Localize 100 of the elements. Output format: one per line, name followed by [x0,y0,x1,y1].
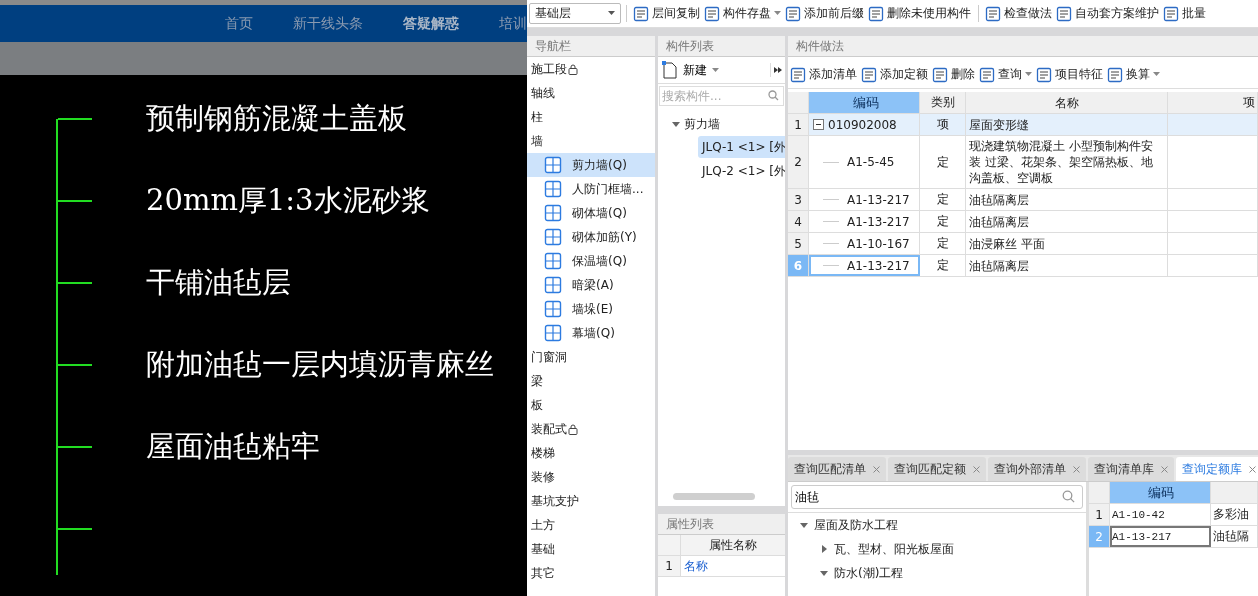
property-name[interactable]: 名称 [681,556,785,576]
close-icon[interactable] [1073,465,1080,473]
table-row[interactable]: 2 A1-5-45 定 现浇建筑物混凝土 小型预制构件安装 过梁、花架条、架空隔热板、地沟盖板、空调板 [788,136,1258,189]
nav-item[interactable]: 楼梯 [527,441,655,465]
nav-item[interactable]: 板 [527,393,655,417]
component-item[interactable]: JLQ-1 <1> [外 [698,136,785,158]
tree-toggle-icon[interactable] [800,521,808,529]
search-field[interactable]: 油毡 [791,485,1083,509]
close-icon[interactable] [873,465,880,473]
tab[interactable]: 查询定额库 [1176,457,1258,481]
toolbar-button[interactable]: 批量 [1161,5,1208,22]
table-row[interactable]: 5 A1-10-167 定 油浸麻丝 平面 [788,233,1258,255]
lock-icon [568,63,578,75]
search-icon [768,90,779,101]
table-row[interactable]: 3 A1-13-217 定 油毡隔离层 [788,189,1258,211]
nav-item[interactable]: 门窗洞 [527,345,655,369]
nav-item[interactable]: 基础 [527,537,655,561]
column-header[interactable]: 编码 [809,92,920,113]
nav-item[interactable]: 基坑支护 [527,489,655,513]
nav-subitem[interactable]: 人防门框墙... [527,177,655,201]
row-number: 2 [1089,526,1110,547]
search-field[interactable]: 搜索构件... [659,86,784,106]
document-icon [1107,66,1123,83]
toolbar-button[interactable]: 添加前后缀 [783,5,866,22]
toolbar-button[interactable]: 检查做法 [978,5,1054,22]
column-header[interactable]: 编码 [1110,482,1211,503]
code-text: A1-13-217 [847,192,910,207]
nav-subitem[interactable]: 剪力墙(Q) [527,153,655,177]
wall-icon [544,228,562,246]
toolbar-button[interactable]: 自动套方案维护 [1054,5,1161,22]
component-item[interactable]: JLQ-2 <1> [外 [698,160,785,182]
toolbar-button[interactable]: 换算 [1105,66,1162,83]
nav-subitem[interactable]: 暗梁(A) [527,273,655,297]
wall-icon [544,204,562,222]
site-nav-link[interactable]: 新干线头条 [293,14,363,33]
nav-subitem[interactable]: 保温墙(Q) [527,249,655,273]
lock-icon [568,423,578,435]
toolbar-button[interactable]: 删除 [930,66,977,83]
close-icon[interactable] [1249,465,1256,473]
tree-item[interactable]: 屋面及防水工程 [814,516,898,534]
table-cell: 油毡隔离层 [966,189,1168,210]
document-icon [785,5,801,22]
tab[interactable]: 查询外部清单 [988,457,1086,481]
close-icon[interactable] [973,465,980,473]
tree-connector-line [823,199,839,200]
row-number: 1 [1089,504,1110,525]
tree-toggle-icon[interactable] [820,545,828,553]
toolbar-button[interactable]: 项目特征 [1034,66,1105,83]
panel-title: 构件列表 [658,36,785,57]
nav-item[interactable]: 柱 [527,105,655,129]
floor-dropdown[interactable]: 基础层 [529,3,621,24]
code-text: 010902008 [828,117,897,132]
toolbar-button[interactable]: 查询 [977,66,1034,83]
nav-item[interactable]: 施工段 [527,57,655,81]
nav-item[interactable]: 梁 [527,369,655,393]
tree-toggle-icon[interactable] [672,120,680,128]
site-nav-link[interactable]: 答疑解惑 [403,14,459,33]
nav-subitem[interactable]: 砌体墙(Q) [527,201,655,225]
toolbar-button[interactable]: 构件存盘 [702,5,783,22]
nav-subitem[interactable]: 幕墙(Q) [527,321,655,345]
nav-subitem[interactable]: 砌体加筋(Y) [527,225,655,249]
column-header[interactable]: 名称 [966,92,1168,113]
tree-item[interactable]: 防水(潮)工程 [834,564,904,582]
site-nav-link[interactable]: 首页 [225,14,253,33]
nav-item[interactable]: 墙 [527,129,655,153]
tab[interactable]: 查询匹配定额 [888,457,986,481]
document-icon [932,66,948,83]
document-icon [861,66,877,83]
collapse-icon[interactable] [813,119,824,130]
nav-subitem[interactable]: 墙垛(E) [527,297,655,321]
tree-group-label[interactable]: 剪力墙 [684,115,720,133]
nav-item[interactable]: 装配式 [527,417,655,441]
toolbar-button[interactable]: 添加清单 [788,66,859,83]
tree-item[interactable]: 瓦、型材、阳光板屋面 [834,540,954,558]
new-button[interactable]: 新建 [658,61,723,79]
table-row[interactable]: 6 A1-13-217 定 油毡隔离层 [788,255,1258,277]
nav-item[interactable]: 装修 [527,465,655,489]
nav-item[interactable]: 其它 [527,561,655,585]
table-cell: 定 [920,136,966,188]
site-nav-link[interactable]: 培训 [499,14,527,33]
table-row[interactable]: 1 010902008 项 屋面变形缝 [788,114,1258,136]
column-header[interactable]: 类别 [920,92,966,113]
table-cell: 定 [920,189,966,210]
toolbar-button[interactable]: 添加定额 [859,66,930,83]
row-number: 4 [788,211,809,232]
document-icon [1163,5,1179,22]
tree-toggle-icon[interactable] [820,569,828,577]
table-cell: 油毡隔离层 [966,255,1168,276]
drawing-label: 附加油毡一层内填沥青麻丝 [146,346,494,383]
toolbar-button[interactable]: 层间复制 [626,5,702,22]
nav-item[interactable]: 土方 [527,513,655,537]
tab[interactable]: 查询清单库 [1088,457,1174,481]
table-cell: 项 [920,114,966,135]
table-row[interactable]: 4 A1-13-217 定 油毡隔离层 [788,211,1258,233]
toolbar-button[interactable]: 删除未使用构件 [866,5,973,22]
column-header[interactable]: 项 [1168,92,1258,113]
nav-item[interactable]: 轴线 [527,81,655,105]
tab[interactable]: 查询匹配清单 [788,457,886,481]
scrollbar[interactable] [673,493,755,500]
close-icon[interactable] [1161,465,1168,473]
